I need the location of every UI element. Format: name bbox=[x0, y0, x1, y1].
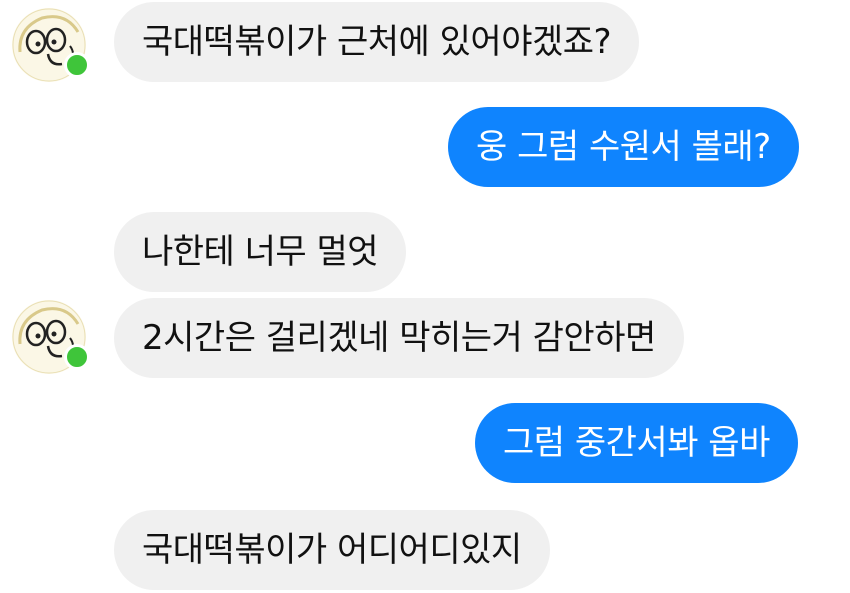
chat-thread: 국대떡볶이가 근처에 있어야겠죠? 웅 그럼 수원서 볼래? 나한테 너무 멀엇… bbox=[0, 0, 850, 593]
online-status-dot bbox=[64, 52, 90, 78]
message-bubble[interactable]: 웅 그럼 수원서 볼래? bbox=[448, 107, 799, 187]
online-status-dot bbox=[64, 344, 90, 370]
contact-avatar[interactable] bbox=[12, 300, 90, 374]
message-bubble[interactable]: 그럼 중간서봐 옵바 bbox=[475, 403, 798, 483]
contact-avatar[interactable] bbox=[12, 8, 90, 82]
message-bubble[interactable]: 나한테 너무 멀엇 bbox=[114, 212, 407, 292]
message-bubble[interactable]: 2시간은 걸리겠네 막히는거 감안하면 bbox=[114, 298, 684, 378]
message-bubble[interactable]: 국대떡볶이가 근처에 있어야겠죠? bbox=[114, 2, 640, 82]
message-bubble[interactable]: 국대떡볶이가 어디어디있지 bbox=[114, 510, 550, 590]
